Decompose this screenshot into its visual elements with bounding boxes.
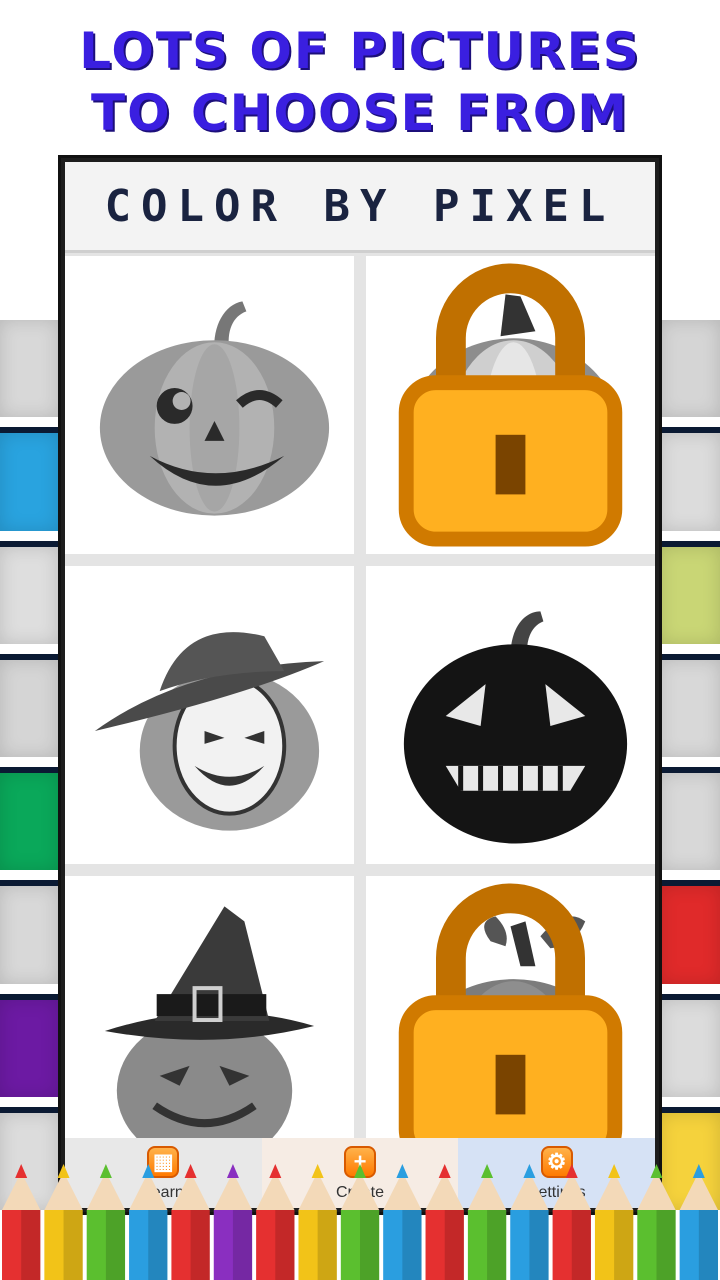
color-strip (660, 653, 720, 757)
picture-gallery (65, 254, 655, 1174)
gallery-tile-winking-pumpkin[interactable] (65, 256, 354, 554)
app-header: COLOR BY PIXEL (65, 162, 655, 253)
pencil (637, 1164, 676, 1280)
color-strip (0, 653, 58, 757)
pumpkin-with-witch-hat-image (104, 906, 315, 1166)
colored-pencils-border (2, 1164, 718, 1280)
lock-icon (398, 883, 623, 1167)
color-strip (0, 767, 58, 871)
gallery-tile-pumpkin-with-leaves[interactable] (366, 876, 655, 1174)
color-strip (660, 993, 720, 1097)
pencil (2, 1164, 41, 1280)
headline-line-2: TO CHOOSE FROM (90, 84, 630, 142)
pencil (383, 1164, 422, 1280)
app-title: COLOR BY PIXEL (104, 180, 616, 232)
pencil (171, 1164, 210, 1280)
headline-line-1: LOTS OF PICTURES (79, 22, 641, 80)
pencil (510, 1164, 549, 1280)
app-screen: COLOR BY PIXEL ▦ Learn + ⚙ Settings (65, 162, 655, 1208)
color-strip (660, 767, 720, 871)
gallery-tile-pumpkin-with-hat[interactable] (65, 566, 354, 864)
pencil (298, 1164, 337, 1280)
color-strip (0, 880, 58, 984)
color-strip (660, 320, 720, 418)
color-strip (0, 427, 58, 531)
left-color-strips (0, 320, 58, 1220)
color-strip (660, 427, 720, 531)
pencil (129, 1164, 168, 1280)
color-strip (0, 540, 58, 644)
gallery-tile-pumpkin-with-witch-hat[interactable] (65, 876, 354, 1174)
pencil (213, 1164, 253, 1280)
right-color-strips (660, 320, 720, 1220)
promo-headline: LOTS OF PICTURES TO CHOOSE FROM (0, 20, 720, 144)
gallery-tile-grinning-pumpkin[interactable] (366, 256, 655, 554)
color-strip (0, 993, 58, 1097)
pencil (467, 1164, 507, 1280)
color-strip (660, 880, 720, 984)
pumpkin-with-hat-image (94, 632, 325, 831)
pencil (679, 1164, 718, 1280)
pencil (340, 1164, 380, 1280)
pencil (86, 1164, 126, 1280)
color-strip (660, 540, 720, 644)
pencil (256, 1164, 295, 1280)
winking-pumpkin-image (99, 301, 330, 516)
phone-frame: COLOR BY PIXEL ▦ Learn + ⚙ Settings (58, 155, 662, 1215)
pencil (425, 1164, 464, 1280)
pencil (44, 1164, 83, 1280)
lock-icon (398, 263, 623, 547)
gallery-tile-angry-black-pumpkin[interactable] (366, 566, 655, 864)
color-strip (0, 320, 58, 418)
angry-black-pumpkin-image (403, 611, 628, 844)
pencil (594, 1164, 634, 1280)
pencil (552, 1164, 591, 1280)
